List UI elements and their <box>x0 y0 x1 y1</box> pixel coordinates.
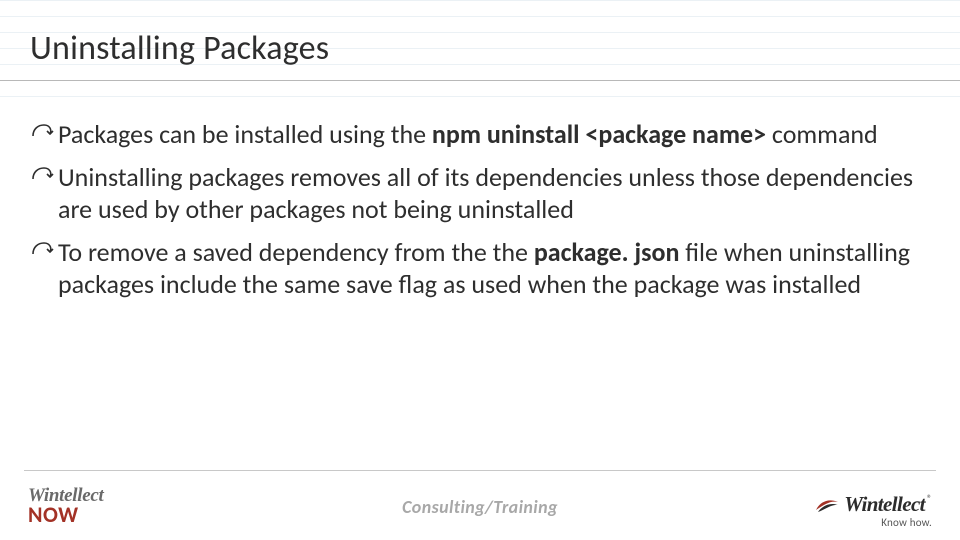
footer-divider <box>24 470 936 471</box>
bullet-glyph-icon <box>30 122 58 144</box>
registered-mark: ® <box>927 494 932 504</box>
bullet-item: To remove a saved dependency from the th… <box>30 236 934 301</box>
bullet-item: Uninstalling packages removes all of its… <box>30 161 934 226</box>
bullet-text: Uninstalling packages removes all of its… <box>58 161 934 226</box>
slide-footer: Wintellect NOW Consulting/Training Winte… <box>0 470 960 540</box>
bullet-glyph-icon <box>30 165 58 187</box>
bullet-text: To remove a saved dependency from the th… <box>58 236 934 301</box>
bullet-glyph-icon <box>30 240 58 262</box>
logo-right-tagline: Know how. <box>881 517 932 528</box>
bullet-text: Packages can be installed using the npm … <box>58 118 934 151</box>
logo-right-brand: Wintellect <box>844 494 925 515</box>
slide-body: Packages can be installed using the npm … <box>30 118 934 311</box>
logo-wintellect: Wintellect ® Know how. <box>814 494 932 528</box>
swoosh-icon <box>814 496 840 514</box>
slide: Uninstalling Packages Packages can be in… <box>0 0 960 540</box>
bullet-item: Packages can be installed using the npm … <box>30 118 934 151</box>
title-underline <box>0 80 960 81</box>
slide-title: Uninstalling Packages <box>30 28 329 69</box>
